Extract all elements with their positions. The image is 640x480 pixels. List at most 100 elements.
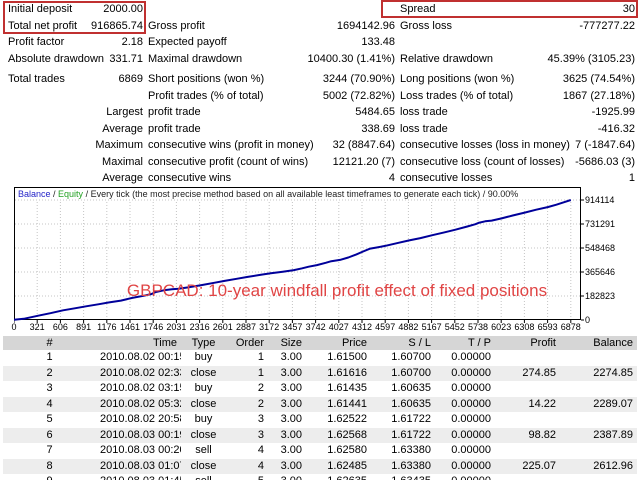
stats-cell: loss trade -1925.99 [400, 104, 635, 121]
table-row: 5 2010.08.02 20:58 buy 3 3.00 1.62522 1.61722 0… [3, 412, 637, 428]
table-cell: 0.00000 [451, 351, 491, 363]
table-cell: 2 [257, 397, 264, 410]
table-cell: 4 [257, 444, 264, 456]
stats-cell: profit trade 338.69 [148, 121, 395, 138]
table-cell: 1.62635 [306, 474, 371, 480]
stat-value: 338.69 [361, 122, 395, 135]
table-cell: 0.00000 [451, 397, 491, 410]
column-header: T / P [467, 337, 491, 349]
table-cell: 8 [46, 459, 53, 472]
table-cell: 7 [46, 444, 53, 456]
column-header: Profit [530, 337, 556, 349]
table-cell: 1.63380 [391, 459, 431, 472]
table-cell [495, 381, 560, 397]
stat-value: 331.71 [109, 52, 143, 65]
table-cell: close [190, 459, 217, 472]
stat-label: Short positions (won %) [148, 73, 265, 85]
stat-value: 7 (-1847.64) [575, 139, 635, 151]
table-cell: 2289.07 [593, 397, 633, 410]
table-cell: 2010.08.03 00:19 [100, 428, 181, 441]
balance-plot-canvas [13, 187, 584, 323]
table-cell: 2010.08.02 05:32 [100, 397, 181, 410]
chart-legend: Balance / Equity / Every tick (the most … [18, 189, 518, 199]
stat-label: consecutive profit (count of wins) [148, 155, 309, 168]
table-cell [560, 381, 637, 397]
stats-cell: Total trades 6869 [8, 71, 143, 88]
table-cell: 1.61435 [327, 382, 367, 394]
table-cell: 1 [257, 366, 264, 379]
column-header: Balance [593, 337, 633, 349]
stats-cell: consecutive losses (loss in money) 7 (-18… [400, 137, 635, 154]
stat-value: 1694142.96 [336, 19, 395, 32]
stats-cell: Absolute drawdown 331.71 [8, 51, 143, 68]
table-cell: 0.00000 [451, 366, 491, 379]
legend-equity-label: Equity [58, 189, 84, 199]
table-cell [495, 412, 560, 428]
stats-cell: Maximal [8, 154, 143, 171]
stat-value: -1925.99 [591, 106, 635, 118]
table-cell: 0.00000 [451, 382, 491, 394]
stat-value: 6869 [118, 73, 143, 85]
stat-label: consecutive loss (count of losses) [400, 155, 565, 168]
trades-table: # Time Type Order Size Price S / L T / P Profit B… [3, 336, 637, 480]
legend-separator: / [50, 189, 59, 199]
stat-value: Average [102, 172, 143, 184]
table-cell [560, 350, 637, 366]
table-cell: 5 [46, 413, 53, 425]
table-cell: 0.00000 [451, 444, 491, 456]
table-cell: 2274.85 [593, 366, 633, 379]
y-axis-tick-label: 731291 [585, 219, 616, 229]
stat-value: 45.39% (3105.23) [547, 52, 635, 65]
y-axis-tick-label: 548468 [585, 243, 616, 253]
table-cell: 3.00 [280, 397, 302, 410]
legend-balance-label: Balance [18, 189, 51, 199]
table-cell [560, 412, 637, 428]
table-cell [495, 474, 560, 480]
table-cell: 1.60700 [391, 366, 431, 379]
table-cell: 0.00000 [451, 413, 491, 425]
table-cell: 2010.08.02 02:33 [100, 366, 181, 379]
table-row: 3 2010.08.02 03:15 buy 2 3.00 1.61435 1.60635 0… [3, 381, 637, 397]
stat-value: Maximum [95, 139, 143, 151]
table-cell: 14.22 [528, 397, 556, 410]
table-cell: 3.00 [280, 428, 302, 441]
stat-value: -777277.22 [579, 19, 635, 32]
stats-cell: Expected payoff 133.48 [148, 34, 395, 51]
stat-label: profit trade [148, 106, 201, 118]
y-axis-tick-label: 182823 [585, 290, 616, 301]
stat-label: consecutive losses (loss in money) [400, 139, 570, 151]
stat-label: Loss trades (% of total) [400, 89, 514, 102]
table-cell: 3.00 [280, 382, 302, 394]
strategy-tester-report: Initial deposit 2000.00 Spread 30 Total net … [0, 0, 640, 480]
stats-cell: Largest [8, 104, 143, 121]
stats-cell: Profit trades (% of total) 5002 (72.82%) [148, 88, 395, 105]
table-cell: 2010.08.03 00:20 [100, 444, 181, 456]
stat-label: Absolute drawdown [8, 52, 105, 65]
stats-row: Maximal consecutive profit (count of wins… [0, 154, 640, 171]
table-cell: 5 [226, 474, 268, 480]
stat-value: 1 [628, 172, 635, 184]
table-cell: 1.62568 [327, 428, 367, 441]
table-cell: 1 [46, 351, 53, 363]
stats-row: Maximum consecutive wins (profit in money… [0, 137, 640, 154]
table-cell: 2010.08.02 00:15 [100, 351, 181, 363]
table-cell: 2010.08.02 03:15 [100, 382, 181, 394]
stat-label: Profit factor [8, 36, 65, 48]
stats-cell: loss trade -416.32 [400, 121, 635, 138]
stat-value: 5484.65 [355, 106, 395, 118]
table-cell: 2 [257, 382, 264, 394]
table-cell: 2 [46, 366, 53, 379]
table-row: 2 2010.08.02 02:33 close 1 3.00 1.61616 1.6070… [3, 365, 637, 381]
stats-cell: consecutive wins 4 [148, 170, 395, 187]
table-cell: 1.61722 [391, 413, 431, 425]
stats-cell: Maximum [8, 137, 143, 154]
stats-row: Absolute drawdown 331.71 Maximal drawdown 1… [0, 51, 640, 68]
table-cell: close [190, 397, 217, 410]
table-cell: 0.00000 [451, 428, 491, 441]
stats-cell: Short positions (won %) 3244 (70.90%) [148, 71, 395, 88]
stat-label: Total trades [8, 73, 65, 85]
highlight-box-spread [381, 0, 638, 18]
stats-cell: Relative drawdown 45.39% (3105.23) [400, 51, 635, 68]
stats-cell: Profit factor 2.18 [8, 34, 143, 51]
table-cell: 1.61441 [327, 397, 367, 410]
